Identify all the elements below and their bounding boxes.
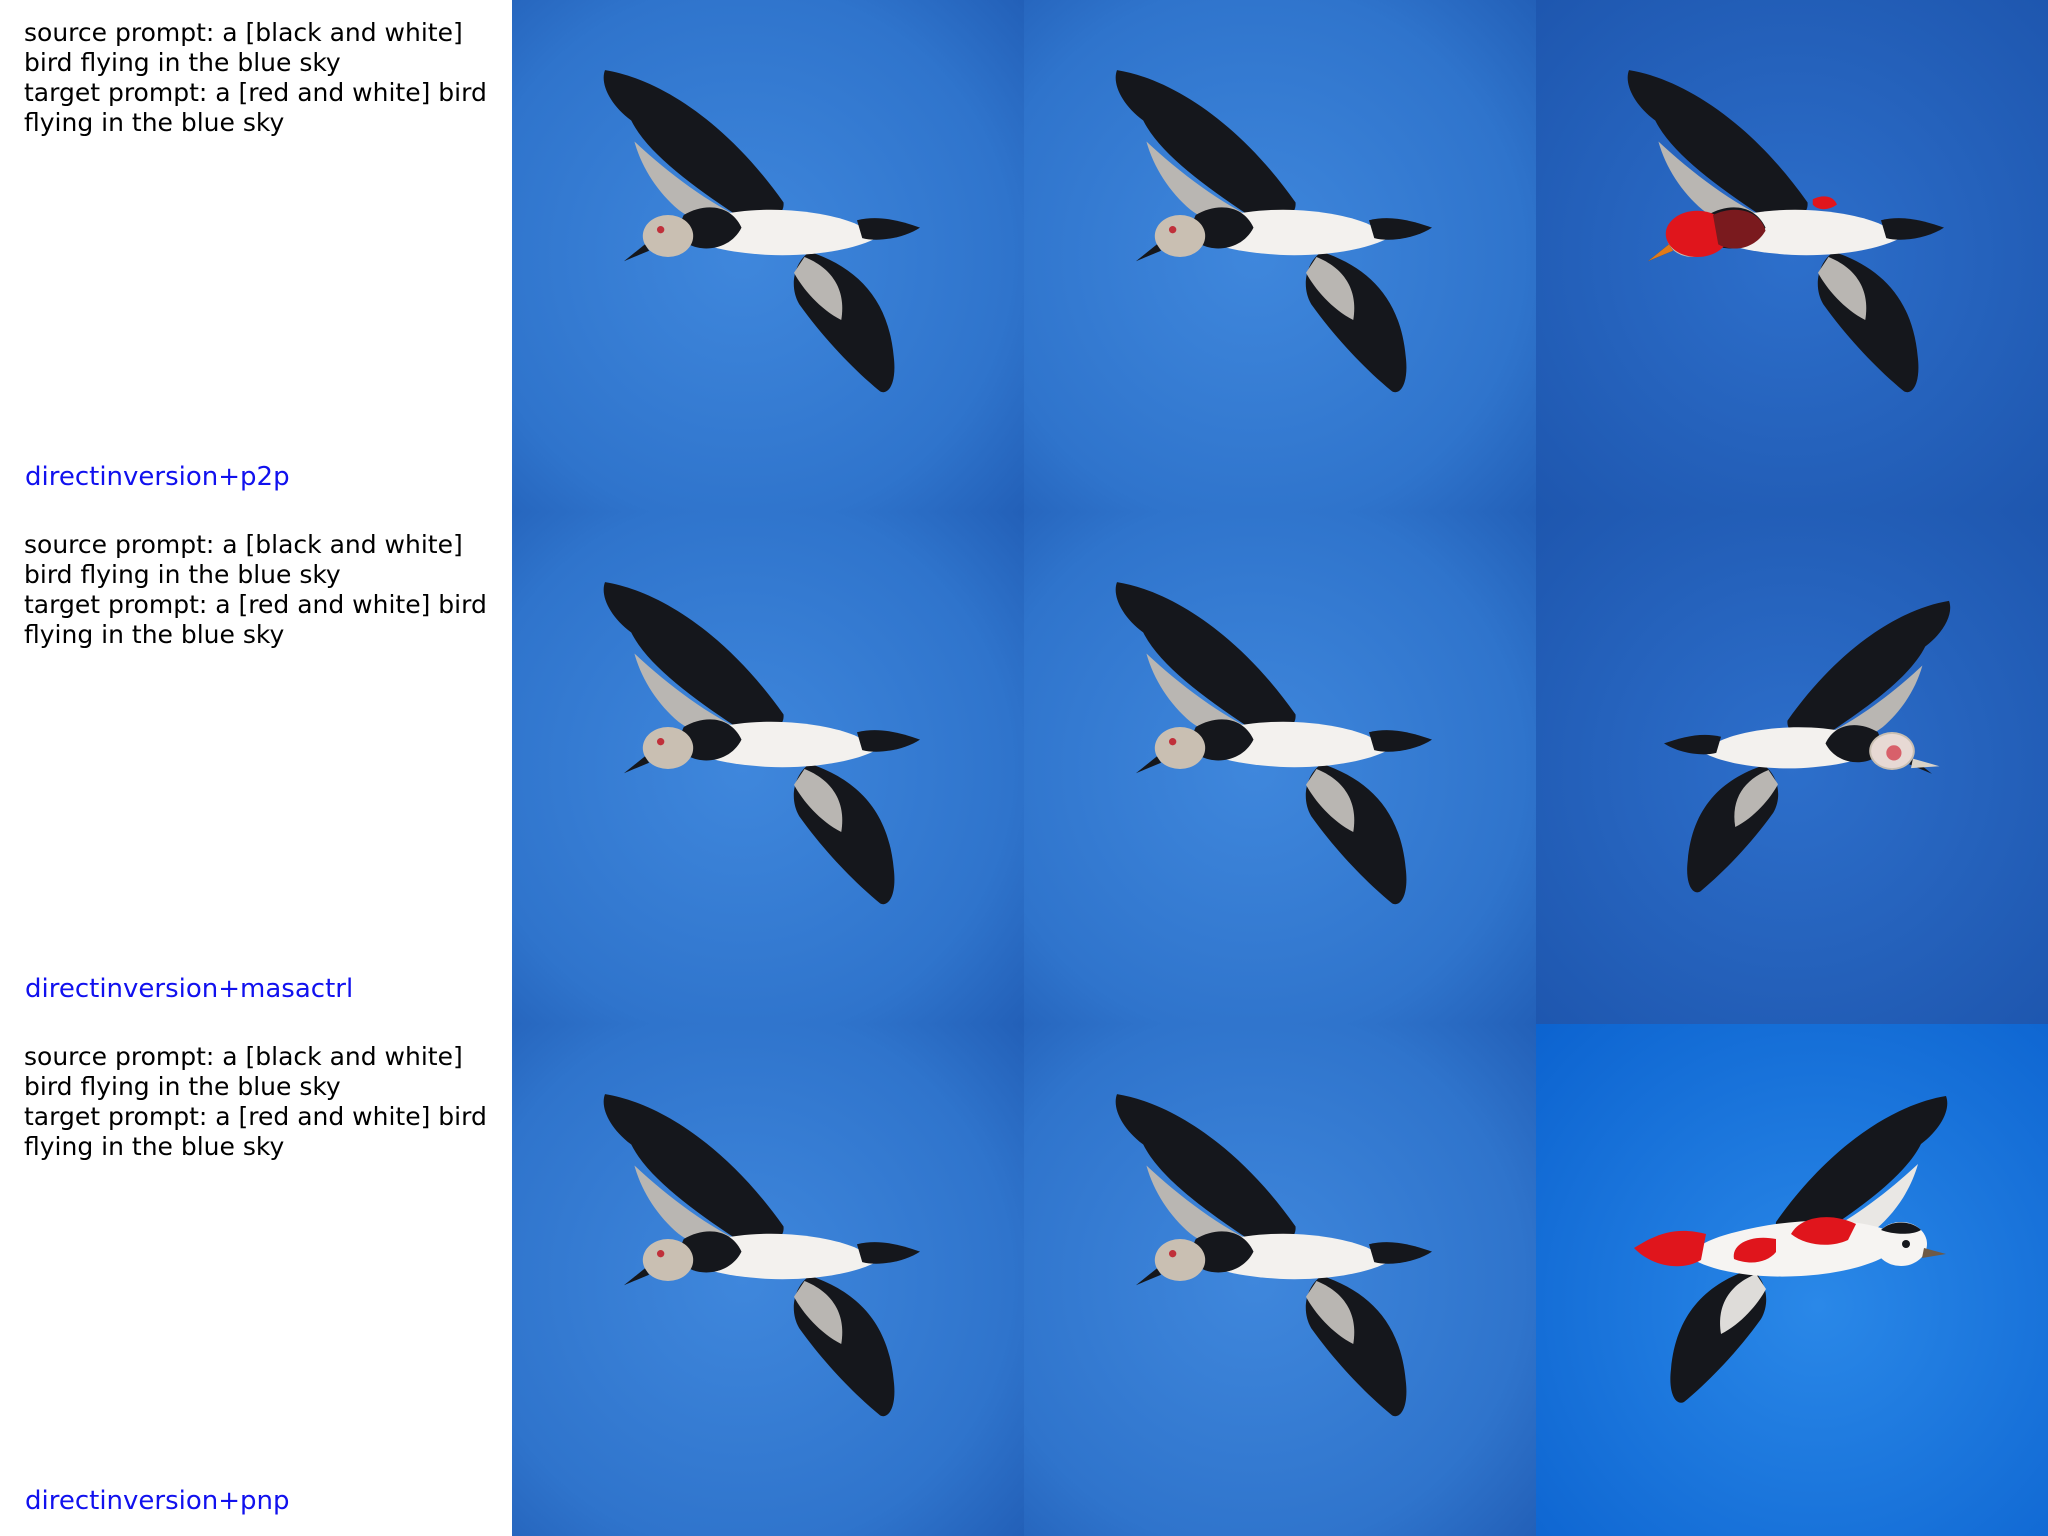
target-prompt-line1: target prompt: a [red and white] bird (24, 1102, 487, 1131)
method-label: directinversion+masactrl (25, 974, 354, 1004)
bird-photo (1536, 1024, 2048, 1536)
caption-panel: source prompt: a [black and white] bird … (0, 1024, 512, 1536)
source-prompt-line2: bird flying in the blue sky (24, 560, 341, 589)
target-prompt-line2: flying in the blue sky (24, 620, 285, 649)
caption-panel: source prompt: a [black and white] bird … (0, 512, 512, 1024)
source-image (512, 512, 1024, 1024)
target-prompt-line1: target prompt: a [red and white] bird (24, 78, 487, 107)
row-p2p: source prompt: a [black and white] bird … (0, 0, 2048, 512)
edited-image (1536, 512, 2048, 1024)
method-label: directinversion+p2p (25, 462, 290, 492)
source-prompt-line2: bird flying in the blue sky (24, 48, 341, 77)
caption-panel: source prompt: a [black and white] bird … (0, 0, 512, 512)
source-image (512, 0, 1024, 512)
row-masactrl: source prompt: a [black and white] bird … (0, 512, 2048, 1024)
bird-photo (512, 512, 1024, 1024)
target-prompt-line1: target prompt: a [red and white] bird (24, 590, 487, 619)
bird-photo (1024, 1024, 1536, 1536)
source-prompt-line2: bird flying in the blue sky (24, 1072, 341, 1101)
target-prompt-line2: flying in the blue sky (24, 108, 285, 137)
method-label: directinversion+pnp (25, 1486, 290, 1516)
reconstruction-image (1024, 512, 1536, 1024)
edited-image (1536, 1024, 2048, 1536)
source-prompt-line1: source prompt: a [black and white] (24, 530, 463, 559)
row-pnp: source prompt: a [black and white] bird … (0, 1024, 2048, 1536)
prompt-text: source prompt: a [black and white] bird … (24, 1042, 504, 1162)
source-prompt-line1: source prompt: a [black and white] (24, 1042, 463, 1071)
comparison-grid: source prompt: a [black and white] bird … (0, 0, 2048, 1536)
bird-photo (512, 0, 1024, 512)
source-image (512, 1024, 1024, 1536)
bird-photo (1024, 512, 1536, 1024)
prompt-text: source prompt: a [black and white] bird … (24, 18, 504, 138)
bird-photo (1024, 0, 1536, 512)
prompt-text: source prompt: a [black and white] bird … (24, 530, 504, 650)
reconstruction-image (1024, 0, 1536, 512)
bird-photo (1536, 512, 2048, 1024)
edited-image (1536, 0, 2048, 512)
bird-photo (512, 1024, 1024, 1536)
bird-photo (1536, 0, 2048, 512)
source-prompt-line1: source prompt: a [black and white] (24, 18, 463, 47)
reconstruction-image (1024, 1024, 1536, 1536)
target-prompt-line2: flying in the blue sky (24, 1132, 285, 1161)
